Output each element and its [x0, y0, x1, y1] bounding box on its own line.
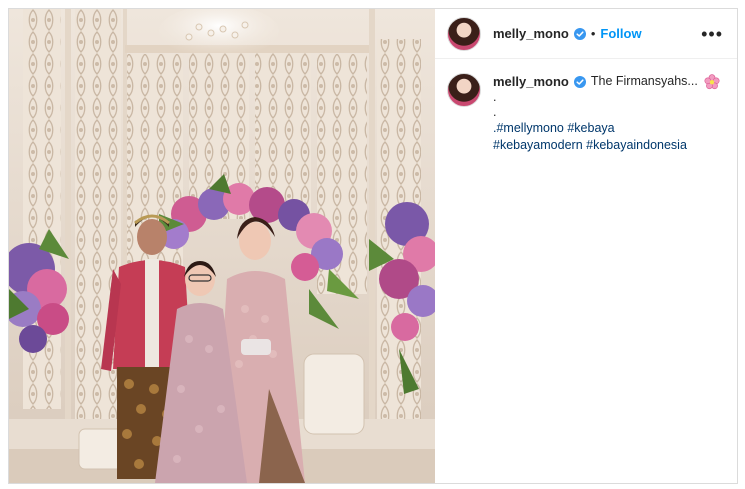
caption-avatar[interactable] [447, 73, 481, 107]
hashtag-kebaya[interactable]: #kebaya [567, 121, 614, 135]
author-username[interactable]: melly_mono [493, 26, 569, 41]
post-header: melly_mono • Follow ••• [435, 9, 737, 59]
hashtag-line: .#mellymono #kebaya [493, 120, 720, 137]
caption-dot-line: . [493, 90, 497, 104]
caption-username[interactable]: melly_mono [493, 73, 569, 90]
verified-badge-icon [573, 75, 586, 88]
hashtag-line: #kebayamodern #kebayaindonesia [493, 137, 720, 154]
author-avatar[interactable] [447, 16, 481, 51]
caption-text: The Firmansyahs... [590, 74, 698, 88]
verified-badge-icon [573, 27, 586, 40]
post-side-panel: melly_mono • Follow ••• melly_mono The F… [435, 9, 737, 483]
instagram-post: melly_mono • Follow ••• melly_mono The F… [8, 8, 738, 484]
more-options-button[interactable]: ••• [701, 25, 723, 43]
hashtag-kebayaindonesia[interactable]: #kebayaindonesia [586, 138, 687, 152]
post-photo[interactable] [9, 9, 435, 483]
caption-body: melly_mono The Firmansyahs... . . .#mell… [493, 73, 720, 154]
hashtag-mellymono[interactable]: #mellymono [496, 121, 563, 135]
caption-dot-line: . [493, 105, 497, 119]
hashtag-kebayamodern[interactable]: #kebayamodern [493, 138, 583, 152]
wedding-family-photo [9, 9, 435, 483]
post-caption: melly_mono The Firmansyahs... . . .#mell… [435, 59, 737, 154]
follow-button[interactable]: Follow [600, 26, 641, 41]
pink-flower-emoji-icon [704, 73, 720, 89]
header-separator: • [590, 26, 596, 41]
